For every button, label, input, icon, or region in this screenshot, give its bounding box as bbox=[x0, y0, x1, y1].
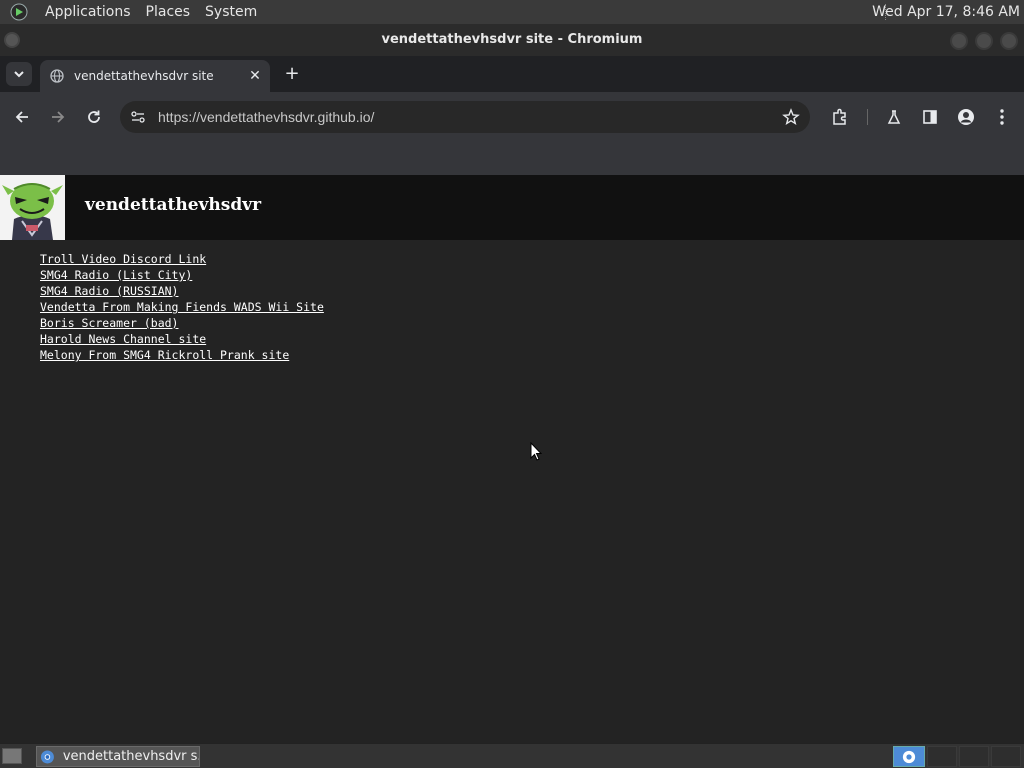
taskbar-window-label: vendettathevhsdvr s... bbox=[62, 749, 199, 764]
minimize-button[interactable] bbox=[950, 32, 968, 50]
new-tab-button[interactable]: + bbox=[282, 64, 302, 84]
reload-button[interactable] bbox=[84, 107, 104, 127]
link-smg4-radio-list-city[interactable]: SMG4 Radio (List City) bbox=[40, 267, 192, 283]
side-panel-button[interactable] bbox=[920, 107, 940, 127]
window-menu-icon[interactable] bbox=[4, 32, 20, 48]
browser-toolbar: https://vendettathevhsdvr.github.io/ bbox=[0, 92, 1024, 142]
mate-logo-icon[interactable] bbox=[8, 2, 30, 22]
tab-close-icon[interactable]: ✕ bbox=[248, 69, 262, 83]
close-window-button[interactable] bbox=[1000, 32, 1018, 50]
tab-title: vendettathevhsdvr site bbox=[74, 69, 214, 83]
workspace-3[interactable] bbox=[959, 746, 989, 767]
reload-icon bbox=[88, 110, 100, 123]
globe-icon bbox=[50, 69, 64, 83]
panel-menu-bar: Applications Places System bbox=[0, 0, 272, 24]
flask-icon bbox=[887, 110, 901, 124]
link-melony-rickroll-site[interactable]: Melony From SMG4 Rickroll Prank site bbox=[40, 347, 289, 363]
places-menu[interactable]: Places bbox=[146, 4, 191, 20]
tab-active[interactable]: vendettathevhsdvr site ✕ bbox=[40, 60, 270, 92]
extensions-button[interactable] bbox=[830, 107, 850, 127]
workspace-2[interactable] bbox=[927, 746, 957, 767]
link-list: Troll Video Discord Link SMG4 Radio (Lis… bbox=[40, 251, 324, 363]
taskbar-window-item[interactable]: vendettathevhsdvr s... bbox=[36, 746, 200, 767]
maximize-button[interactable] bbox=[975, 32, 993, 50]
side-panel-icon bbox=[923, 110, 937, 124]
window-titlebar[interactable]: vendettathevhsdvr site - Chromium bbox=[0, 24, 1024, 56]
menu-button[interactable] bbox=[992, 107, 1012, 127]
tab-strip: vendettathevhsdvr site ✕ + bbox=[0, 56, 1024, 92]
link-harold-news-channel[interactable]: Harold News Channel site bbox=[40, 331, 206, 347]
link-troll-video-discord[interactable]: Troll Video Discord Link bbox=[40, 251, 206, 267]
web-page: vendettathevhsdvr Troll Video Discord Li… bbox=[0, 175, 1024, 743]
profile-icon bbox=[958, 109, 974, 125]
back-button[interactable] bbox=[12, 107, 32, 127]
chevron-down-icon bbox=[14, 71, 24, 78]
workspace-4[interactable] bbox=[991, 746, 1021, 767]
system-menu[interactable]: System bbox=[205, 4, 257, 20]
site-settings-icon[interactable] bbox=[130, 109, 146, 125]
site-header: vendettathevhsdvr bbox=[0, 175, 1024, 240]
more-vert-icon bbox=[1000, 109, 1004, 125]
site-avatar-image bbox=[0, 175, 65, 240]
panel-clock[interactable]: Wed Apr 17, 8:46 AM bbox=[872, 0, 1020, 24]
labs-button[interactable] bbox=[884, 107, 904, 127]
top-panel: Applications Places System Wed Apr 17, 8… bbox=[0, 0, 1024, 24]
bookmark-star-icon[interactable] bbox=[782, 108, 800, 126]
mouse-cursor-icon bbox=[530, 442, 542, 461]
toolbar-divider bbox=[867, 109, 868, 125]
profile-button[interactable] bbox=[956, 107, 976, 127]
workspace-1[interactable] bbox=[893, 746, 925, 767]
applications-menu[interactable]: Applications bbox=[45, 4, 131, 20]
back-arrow-icon bbox=[15, 111, 28, 123]
forward-arrow-icon bbox=[52, 111, 65, 123]
chromium-mini-icon bbox=[902, 750, 916, 763]
puzzle-icon bbox=[833, 108, 846, 125]
chromium-icon bbox=[40, 750, 54, 763]
site-title: vendettathevhsdvr bbox=[85, 195, 262, 215]
address-bar[interactable]: https://vendettathevhsdvr.github.io/ bbox=[120, 101, 810, 133]
link-vendetta-wads-wii-site[interactable]: Vendetta From Making Fiends WADS Wii Sit… bbox=[40, 299, 324, 315]
toolbar-bottom-strip bbox=[0, 142, 1024, 175]
show-desktop-icon[interactable] bbox=[2, 748, 22, 764]
link-boris-screamer[interactable]: Boris Screamer (bad) bbox=[40, 315, 178, 331]
link-smg4-radio-russian[interactable]: SMG4 Radio (RUSSIAN) bbox=[40, 283, 178, 299]
url-text[interactable]: https://vendettathevhsdvr.github.io/ bbox=[158, 109, 782, 125]
forward-button[interactable] bbox=[48, 107, 68, 127]
window-title: vendettathevhsdvr site - Chromium bbox=[381, 32, 643, 47]
bottom-taskbar: vendettathevhsdvr s... bbox=[0, 743, 1024, 768]
tab-search-button[interactable] bbox=[6, 62, 32, 86]
